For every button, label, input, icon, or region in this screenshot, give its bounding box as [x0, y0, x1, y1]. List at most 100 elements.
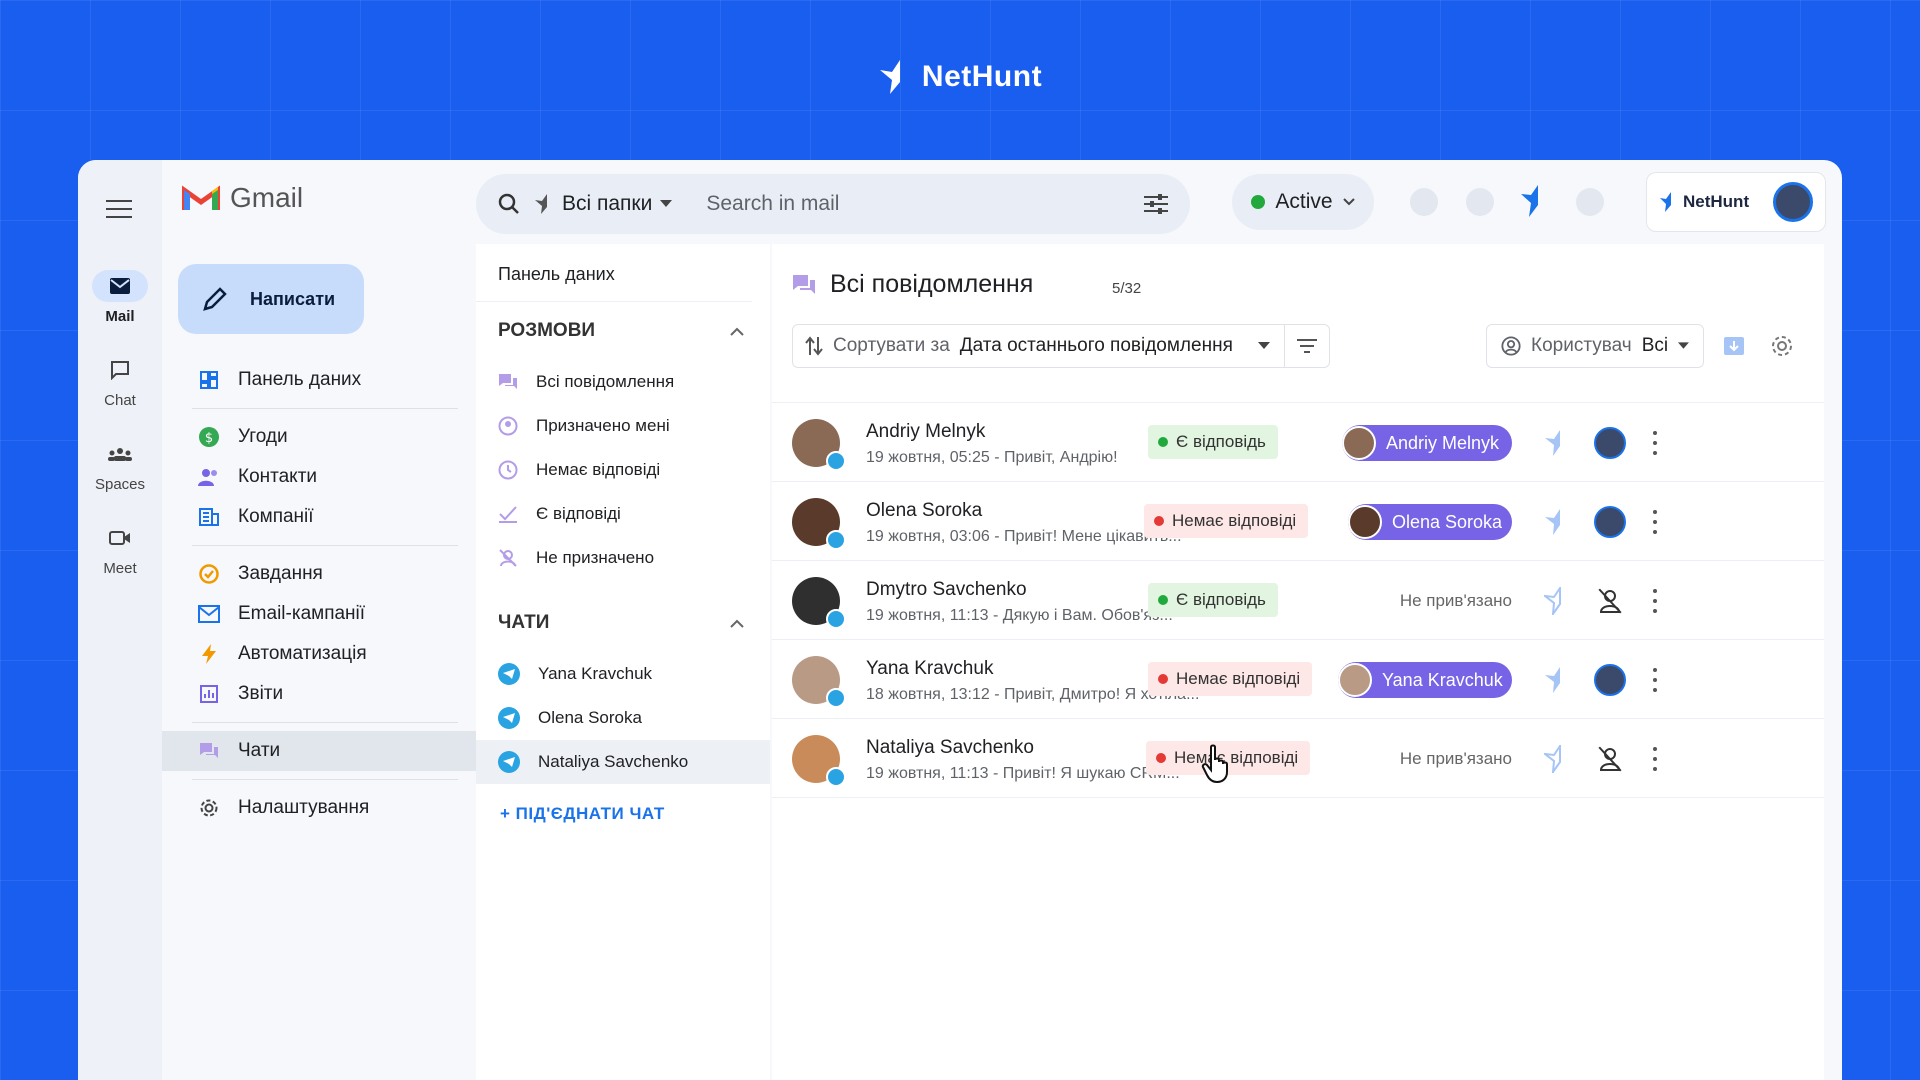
- assignee-pill[interactable]: Olena Soroka: [1348, 504, 1512, 540]
- chevron-up-icon[interactable]: [730, 619, 744, 628]
- table-row[interactable]: Olena Soroka 19 жовтня, 03:06 - Привіт! …: [772, 482, 1824, 561]
- chevron-down-icon: [1342, 198, 1355, 206]
- search-options-icon[interactable]: [1144, 194, 1168, 214]
- chevron-up-icon[interactable]: [730, 327, 744, 336]
- nethunt-link-icon[interactable]: [1544, 745, 1570, 773]
- avatar: [792, 735, 846, 787]
- chat-nataliya[interactable]: Nataliya Savchenko: [476, 740, 770, 784]
- rail-meet[interactable]: Meet: [78, 522, 162, 577]
- more-options-icon[interactable]: [1652, 747, 1658, 771]
- assignee-pill[interactable]: Yana Kravchuk: [1338, 662, 1512, 698]
- hand-cursor-icon: [1201, 744, 1228, 784]
- table-row[interactable]: Yana Kravchuk 18 жовтня, 13:12 - Привіт,…: [772, 640, 1824, 719]
- archive-icon[interactable]: [1722, 334, 1746, 358]
- status-badge: Є відповідь: [1148, 583, 1278, 617]
- reports-icon: [198, 683, 220, 705]
- nethunt-link-icon[interactable]: [1544, 508, 1570, 536]
- divider: [192, 545, 458, 546]
- more-options-icon[interactable]: [1652, 510, 1658, 534]
- app-icon-placeholder[interactable]: [1466, 188, 1494, 216]
- rail-spaces[interactable]: Spaces: [78, 438, 162, 493]
- nav-dashboard[interactable]: Панель даних: [162, 360, 476, 400]
- table-row[interactable]: Dmytro Savchenko 19 жовтня, 11:13 - Дяку…: [772, 561, 1824, 640]
- nav-contacts[interactable]: Контакти: [162, 457, 476, 497]
- sort-dropdown[interactable]: Сортувати за Дата останнього повідомленн…: [793, 325, 1285, 367]
- nav-settings[interactable]: Налаштування: [162, 788, 476, 828]
- avatar: [792, 419, 846, 471]
- conv-no-reply[interactable]: Немає відповіді: [476, 448, 770, 492]
- more-options-icon[interactable]: [1652, 668, 1658, 692]
- contact-name: Nataliya Savchenko: [866, 737, 1034, 758]
- assignee-pill[interactable]: Andriy Melnyk: [1342, 425, 1512, 461]
- conv-replied[interactable]: Є відповіді: [476, 492, 770, 536]
- menu-icon[interactable]: [106, 200, 132, 220]
- pencil-icon: [203, 287, 227, 311]
- search-icon[interactable]: [498, 193, 520, 215]
- user-filter[interactable]: Користувач Всі: [1486, 324, 1704, 368]
- message-preview: 19 жовтня, 05:25 - Привіт, Андрію!: [866, 449, 1118, 466]
- unlinked-label: Не прив'язано: [1399, 591, 1512, 610]
- nethunt-link-icon[interactable]: [1544, 429, 1570, 457]
- avatar[interactable]: [1773, 182, 1813, 222]
- more-options-icon[interactable]: [1652, 589, 1658, 613]
- nav-companies[interactable]: Компанії: [162, 497, 476, 537]
- divider: [192, 408, 458, 409]
- telegram-icon: [826, 767, 846, 787]
- chats-icon: [198, 740, 220, 762]
- dollar-icon: $: [198, 426, 220, 448]
- folder-selector[interactable]: Всі папки: [534, 192, 673, 216]
- chat-yana[interactable]: Yana Kravchuk: [476, 652, 770, 696]
- message-preview: 19 жовтня, 11:13 - Дякую і Вам. Обов'яз.…: [866, 607, 1173, 624]
- nav-automation[interactable]: Автоматизація: [162, 634, 476, 674]
- chats-header[interactable]: ЧАТИ: [476, 594, 770, 652]
- compose-button[interactable]: Написати: [178, 264, 364, 334]
- conv-unassigned[interactable]: Не призначено: [476, 536, 770, 580]
- nav-deals[interactable]: $ Угоди: [162, 417, 476, 457]
- avatar[interactable]: [1594, 664, 1626, 696]
- more-options-icon[interactable]: [1652, 431, 1658, 455]
- message-preview: 19 жовтня, 03:06 - Привіт! Мене цікавить…: [866, 528, 1182, 545]
- unassigned-user-icon[interactable]: [1594, 743, 1626, 775]
- email-campaign-icon: [198, 603, 220, 625]
- conversations-header[interactable]: РОЗМОВИ: [476, 302, 770, 360]
- nav-reports[interactable]: Звіти: [162, 674, 476, 714]
- conv-assigned[interactable]: Призначено мені: [476, 404, 770, 448]
- messages-main: Всі повідомлення 5/32 Сортувати за Дата …: [772, 244, 1824, 1080]
- nethunt-account-badge[interactable]: NetHunt: [1646, 172, 1826, 232]
- nethunt-header-logo: NetHunt: [0, 58, 1920, 96]
- nav-tasks[interactable]: Завдання: [162, 554, 476, 594]
- chevron-down-icon: [1678, 342, 1689, 349]
- contact-name: Andriy Melnyk: [866, 421, 986, 442]
- search-input[interactable]: Search in mail: [706, 192, 1130, 216]
- nethunt-app-icon[interactable]: [1520, 184, 1548, 218]
- nethunt-link-icon[interactable]: [1544, 587, 1570, 615]
- app-icon-placeholder[interactable]: [1576, 188, 1604, 216]
- search-bar[interactable]: Всі папки Search in mail: [476, 174, 1190, 234]
- chat-olena[interactable]: Olena Soroka: [476, 696, 770, 740]
- avatar[interactable]: [1594, 427, 1626, 459]
- app-icon-placeholder[interactable]: [1410, 188, 1438, 216]
- telegram-icon: [498, 751, 520, 773]
- status-selector[interactable]: Active: [1232, 174, 1374, 230]
- unassigned-user-icon[interactable]: [1594, 585, 1626, 617]
- filter-lines-icon: [1297, 339, 1317, 353]
- avatar[interactable]: [1594, 506, 1626, 538]
- table-row[interactable]: Nataliya Savchenko 19 жовтня, 11:13 - Пр…: [772, 719, 1824, 798]
- main-title: Всі повідомлення: [830, 270, 1034, 298]
- connect-chat-button[interactable]: + ПІД'ЄДНАТИ ЧАТ: [476, 784, 770, 824]
- rail-chat[interactable]: Chat: [78, 354, 162, 409]
- gmail-logo[interactable]: Gmail: [182, 182, 303, 214]
- rail-mail[interactable]: Mail: [78, 270, 162, 325]
- chat-icon: [111, 361, 129, 380]
- nethunt-link-icon[interactable]: [1544, 666, 1570, 694]
- nav-campaigns[interactable]: Email-кампанії: [162, 594, 476, 634]
- conv-all[interactable]: Всі повідомлення: [476, 360, 770, 404]
- gmail-title: Gmail: [230, 182, 304, 213]
- sort-control: Сортувати за Дата останнього повідомленн…: [792, 324, 1330, 368]
- user-off-icon: [499, 549, 517, 567]
- gear-icon[interactable]: [1770, 334, 1794, 358]
- panel-title[interactable]: Панель даних: [476, 244, 752, 302]
- nav-chats[interactable]: Чати: [162, 731, 476, 771]
- table-row[interactable]: Andriy Melnyk 19 жовтня, 05:25 - Привіт,…: [772, 403, 1824, 482]
- sort-direction-button[interactable]: [1285, 338, 1329, 354]
